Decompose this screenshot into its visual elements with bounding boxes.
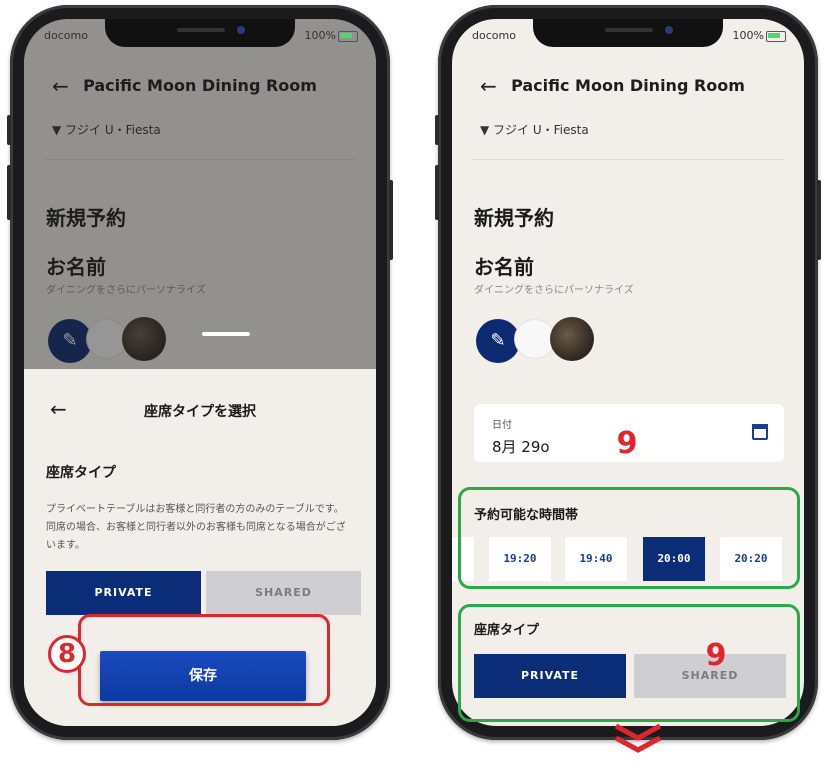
- seat-type-description: プライベートテーブルはお客様と同行者の方のみのテーブルです。同席の場合、お客様と…: [46, 504, 346, 551]
- battery-percent: 100%: [732, 29, 764, 42]
- highlight-box-seat-type: [458, 604, 800, 722]
- side-button: [389, 180, 393, 260]
- seat-type-heading: 座席タイプ: [46, 465, 116, 481]
- notch: [105, 19, 295, 47]
- carrier-label: docomo: [44, 29, 88, 42]
- new-reservation-heading: 新規予約: [474, 206, 554, 230]
- step-badge-9: 9: [616, 426, 638, 461]
- restaurant-row-text: フジイ U・Fiesta: [493, 123, 589, 137]
- date-label: 日付: [492, 420, 512, 431]
- battery-icon: [338, 30, 358, 42]
- sheet-handle[interactable]: [202, 332, 250, 336]
- highlight-box-save: [78, 614, 330, 706]
- shared-button[interactable]: SHARED: [206, 571, 361, 615]
- side-button: [435, 165, 439, 220]
- chevron-down-icon: [614, 723, 662, 753]
- side-button: [817, 180, 821, 260]
- battery-icon: [766, 30, 786, 42]
- sheet-title: 座席タイプを選択: [144, 404, 256, 420]
- side-button: [435, 115, 439, 145]
- carrier-label: docomo: [472, 29, 516, 42]
- step-badge-8: 8: [48, 635, 86, 673]
- avatar: [550, 317, 594, 361]
- private-button[interactable]: PRIVATE: [46, 571, 201, 615]
- date-value: 8月 29o: [492, 438, 550, 456]
- page-title: Pacific Moon Dining Room: [511, 76, 745, 95]
- calendar-icon[interactable]: [752, 424, 768, 440]
- battery-indicator: 100%: [305, 29, 358, 42]
- battery-percent: 100%: [304, 29, 336, 42]
- divider: [472, 159, 784, 160]
- notch: [533, 19, 723, 47]
- name-heading: お名前: [474, 255, 534, 279]
- name-subtitle: ダイニングをさらにパーソナライズ: [474, 285, 634, 296]
- highlight-box-times: [458, 487, 800, 589]
- side-button: [7, 115, 11, 145]
- app-bar: ← Pacific Moon Dining Room: [452, 74, 804, 114]
- modal-overlay[interactable]: [24, 19, 376, 369]
- restaurant-row: ▼ フジイ U・Fiesta: [480, 123, 589, 137]
- side-button: [7, 165, 11, 220]
- battery-indicator: 100%: [733, 29, 786, 42]
